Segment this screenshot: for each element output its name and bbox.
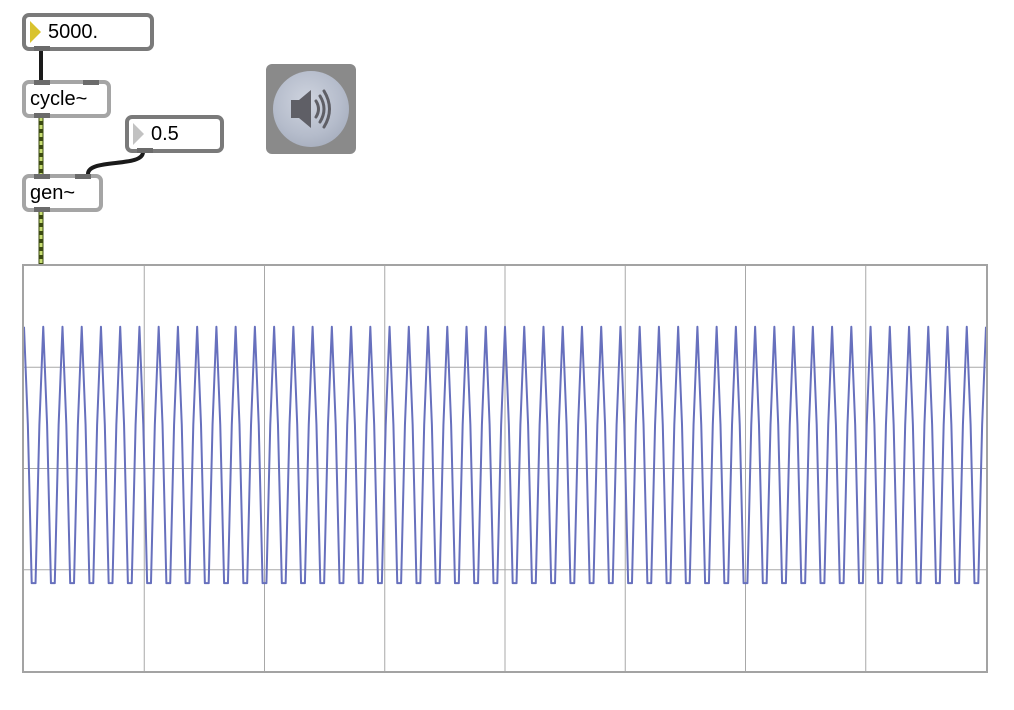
inlet-right[interactable] xyxy=(75,174,91,179)
outlet[interactable] xyxy=(34,113,50,118)
param-value: 0.5 xyxy=(151,123,179,145)
outlet[interactable] xyxy=(34,46,50,51)
audio-on-off-button[interactable] xyxy=(266,64,356,154)
inlet-left[interactable] xyxy=(34,174,50,179)
cycle-object-label: cycle~ xyxy=(30,88,88,110)
inlet-left[interactable] xyxy=(34,80,50,85)
oscilloscope-display[interactable] xyxy=(22,264,988,673)
speaker-icon xyxy=(291,89,331,129)
number-triangle-icon xyxy=(133,123,144,145)
gen-object-label: gen~ xyxy=(30,182,76,204)
frequency-value: 5000. xyxy=(48,21,99,43)
gen-object[interactable]: gen~ xyxy=(22,174,103,212)
frequency-number-box[interactable]: 5000. xyxy=(22,13,154,51)
outlet[interactable] xyxy=(34,207,50,212)
control-cord[interactable] xyxy=(86,151,145,175)
inlet-right[interactable] xyxy=(83,80,99,85)
number-triangle-icon xyxy=(30,21,41,43)
dac-face xyxy=(273,71,349,147)
outlet[interactable] xyxy=(137,148,153,153)
oscilloscope-plot xyxy=(23,266,987,671)
param-number-box[interactable]: 0.5 xyxy=(125,115,224,153)
cycle-object[interactable]: cycle~ xyxy=(22,80,111,118)
